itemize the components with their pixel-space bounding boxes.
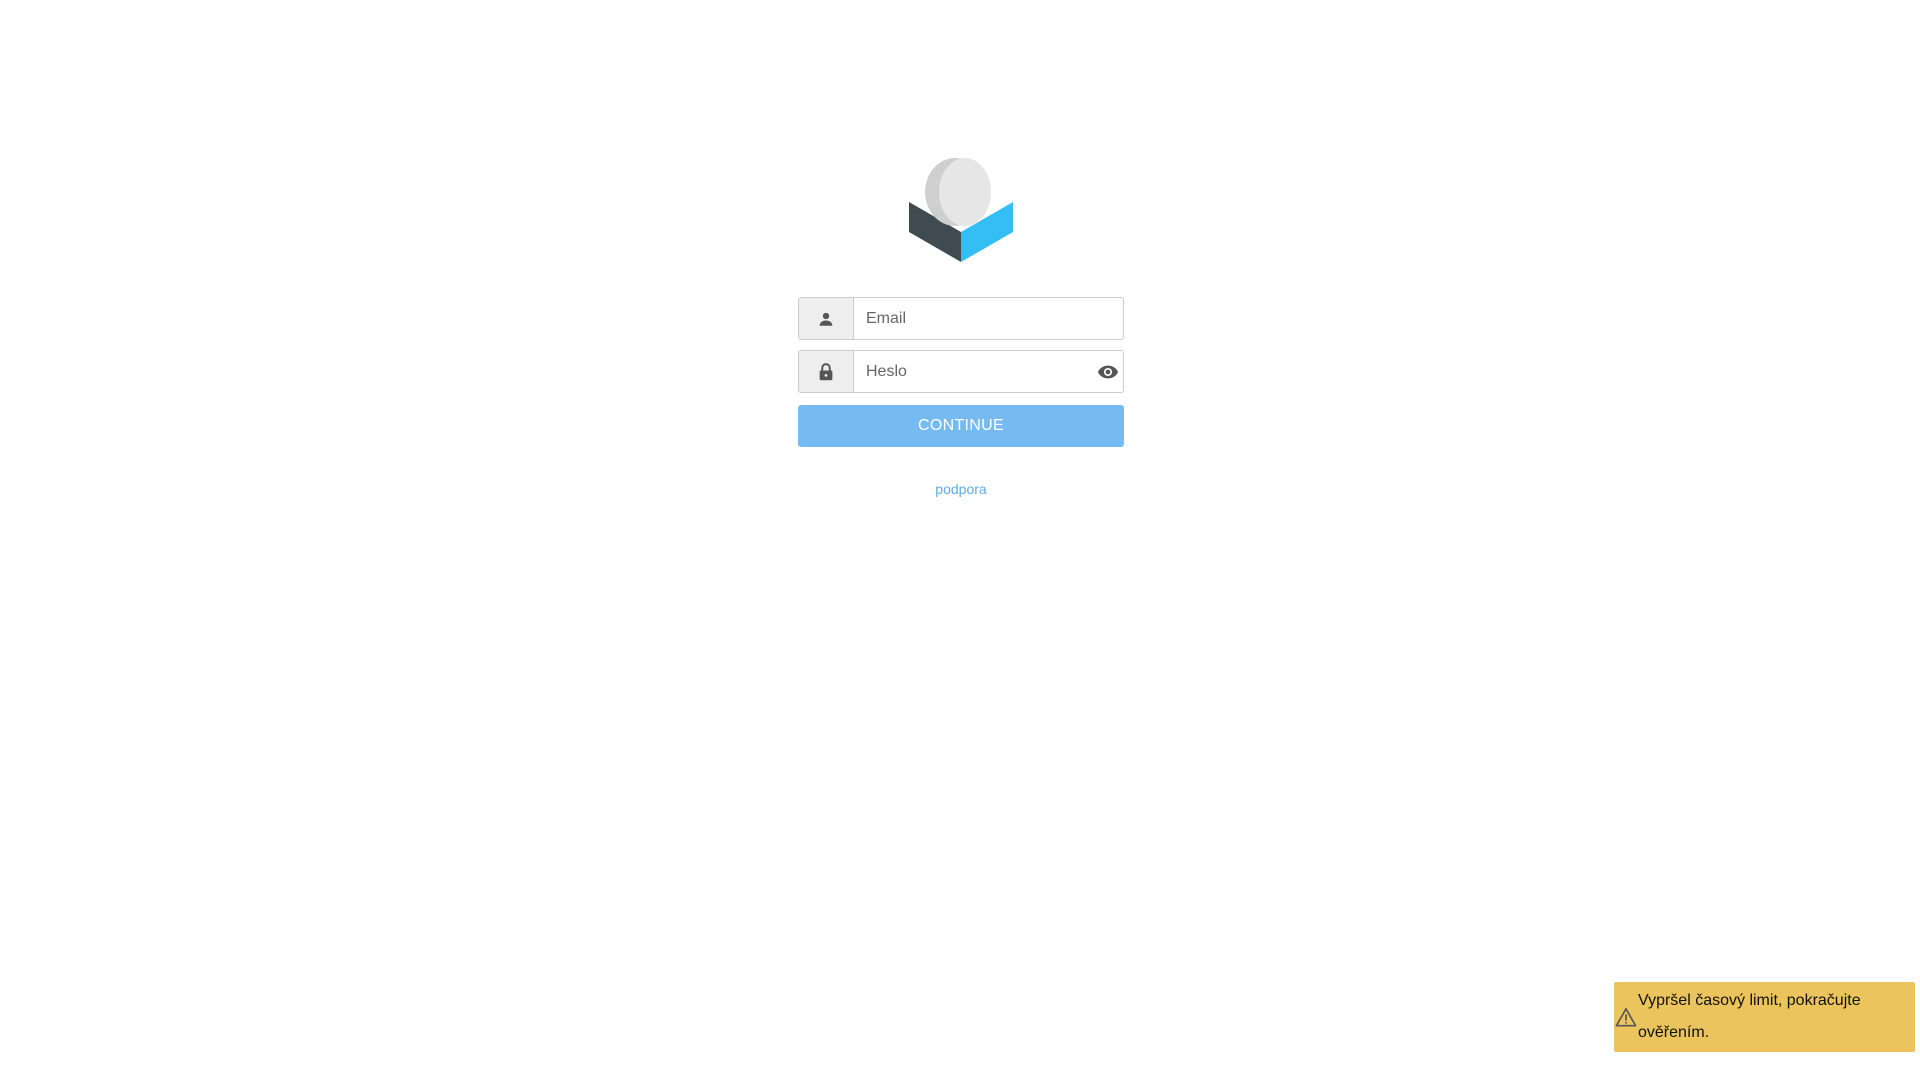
email-field <box>798 297 1124 340</box>
login-page: CONTINUE podpora Vypršel časový limit, p… <box>0 0 1920 1080</box>
support-link[interactable]: podpora <box>798 481 1124 497</box>
password-field <box>798 350 1124 393</box>
login-form: CONTINUE podpora <box>798 158 1124 497</box>
warning-icon <box>1615 1008 1637 1027</box>
email-addon <box>799 298 854 339</box>
toggle-password-visibility[interactable] <box>1085 351 1123 392</box>
lock-icon <box>819 362 833 380</box>
eye-icon <box>1097 365 1119 378</box>
email-input[interactable] <box>854 298 1123 339</box>
toast-icon-wrapper <box>1614 1007 1638 1027</box>
app-logo <box>909 158 1013 262</box>
continue-button[interactable]: CONTINUE <box>798 405 1124 447</box>
person-icon <box>819 312 833 326</box>
toast-message: Vypršel časový limit, pokračujte ověření… <box>1638 992 1861 1041</box>
timeout-toast: Vypršel časový limit, pokračujte ověření… <box>1614 982 1915 1052</box>
password-addon <box>799 351 854 392</box>
password-input[interactable] <box>854 351 1085 392</box>
